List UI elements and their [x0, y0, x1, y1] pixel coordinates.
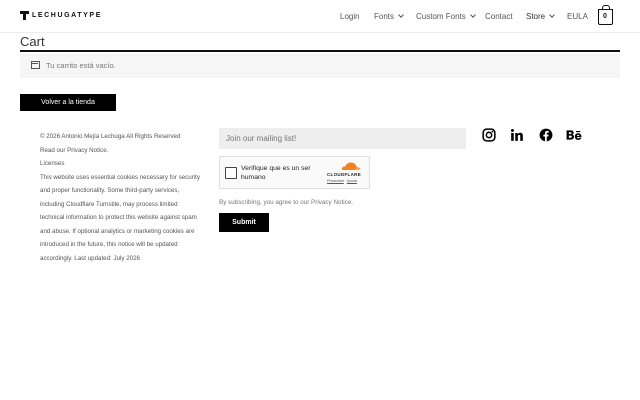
turnstile-links-separator: ·	[344, 179, 346, 183]
cookie-notice-line: technical information to protect this we…	[40, 214, 197, 221]
cookie-notice-line: accordingly. Last updated: July 2026	[40, 254, 140, 262]
cookie-notice-line: This website uses essential cookies nece…	[40, 173, 200, 181]
human-verification-checkbox[interactable]	[225, 167, 237, 179]
empty-cart-notice: Tu carrito está vacío.	[20, 54, 620, 78]
nav-login-label: Login	[340, 12, 360, 21]
verification-label: Verifique que es un ser humano	[241, 165, 311, 181]
site-header: LECHUGATYPE Login Fonts Custom Fonts Con…	[0, 0, 640, 33]
chevron-down-icon	[549, 12, 555, 18]
nav-fonts-label: Fonts	[374, 12, 395, 21]
nav-contact-label: Contact	[485, 12, 513, 21]
nav-eula[interactable]: EULA	[567, 12, 588, 21]
nav-contact[interactable]: Contact	[485, 12, 513, 21]
cloudflare-cloud-icon	[341, 162, 361, 170]
cloudflare-brand: CLOUDFLARE	[327, 172, 361, 177]
nav-eula-label: EULA	[567, 12, 588, 21]
behance-icon[interactable]	[566, 128, 582, 142]
licenses-link[interactable]: Licenses	[40, 157, 212, 171]
facebook-icon[interactable]	[539, 128, 553, 142]
chevron-down-icon	[398, 12, 404, 18]
page-title: Cart	[20, 34, 45, 49]
footer-legal: © 2026 Antonio Mejía Lechuga All Rights …	[40, 130, 212, 265]
turnstile-help-link[interactable]: Ayuda	[347, 179, 357, 183]
cart-count: 0	[603, 13, 607, 20]
copyright-text: © 2026 Antonio Mejía Lechuga All Rights …	[40, 133, 181, 140]
subscribe-note: By subscribing, you agree to our Privacy…	[219, 199, 354, 206]
linkedin-icon[interactable]	[510, 128, 524, 142]
turnstile-links: Privacidad · Ayuda	[327, 179, 357, 183]
cookie-notice-line: including Cloudflare Turnstile, may proc…	[40, 200, 178, 208]
window-icon	[31, 61, 40, 69]
nav-store[interactable]: Store	[526, 12, 555, 21]
nav-login[interactable]: Login	[340, 12, 360, 21]
logo[interactable]: LECHUGATYPE	[20, 11, 102, 20]
cookie-notice-line: introduced in the future, this notice wi…	[40, 241, 178, 248]
cart-icon[interactable]: 0	[598, 5, 613, 25]
cookie-notice-line: and abuse. If optional analytics or mark…	[40, 227, 195, 235]
mailing-list-input[interactable]	[219, 128, 466, 149]
nav-custom-fonts-label: Custom Fonts	[416, 12, 466, 21]
chevron-down-icon	[469, 12, 476, 18]
logo-mark-icon	[20, 11, 29, 20]
nav-fonts[interactable]: Fonts	[374, 12, 404, 21]
nav-store-label: Store	[526, 12, 546, 21]
title-divider	[20, 50, 620, 52]
turnstile-widget: Verifique que es un ser humano CLOUDFLAR…	[219, 156, 370, 189]
cookie-notice-line: and proper functionality. Some third-par…	[40, 187, 180, 194]
logo-text: LECHUGATYPE	[32, 12, 102, 19]
back-to-shop-button[interactable]: Volver a la tienda	[20, 94, 116, 111]
privacy-link[interactable]: Read our Privacy Notice.	[40, 144, 212, 158]
empty-cart-text: Tu carrito está vacío.	[46, 61, 116, 70]
nav-custom-fonts[interactable]: Custom Fonts	[416, 12, 476, 21]
turnstile-privacy-link[interactable]: Privacidad	[327, 179, 344, 183]
instagram-icon[interactable]	[482, 128, 496, 142]
submit-button[interactable]: Submit	[219, 213, 269, 232]
